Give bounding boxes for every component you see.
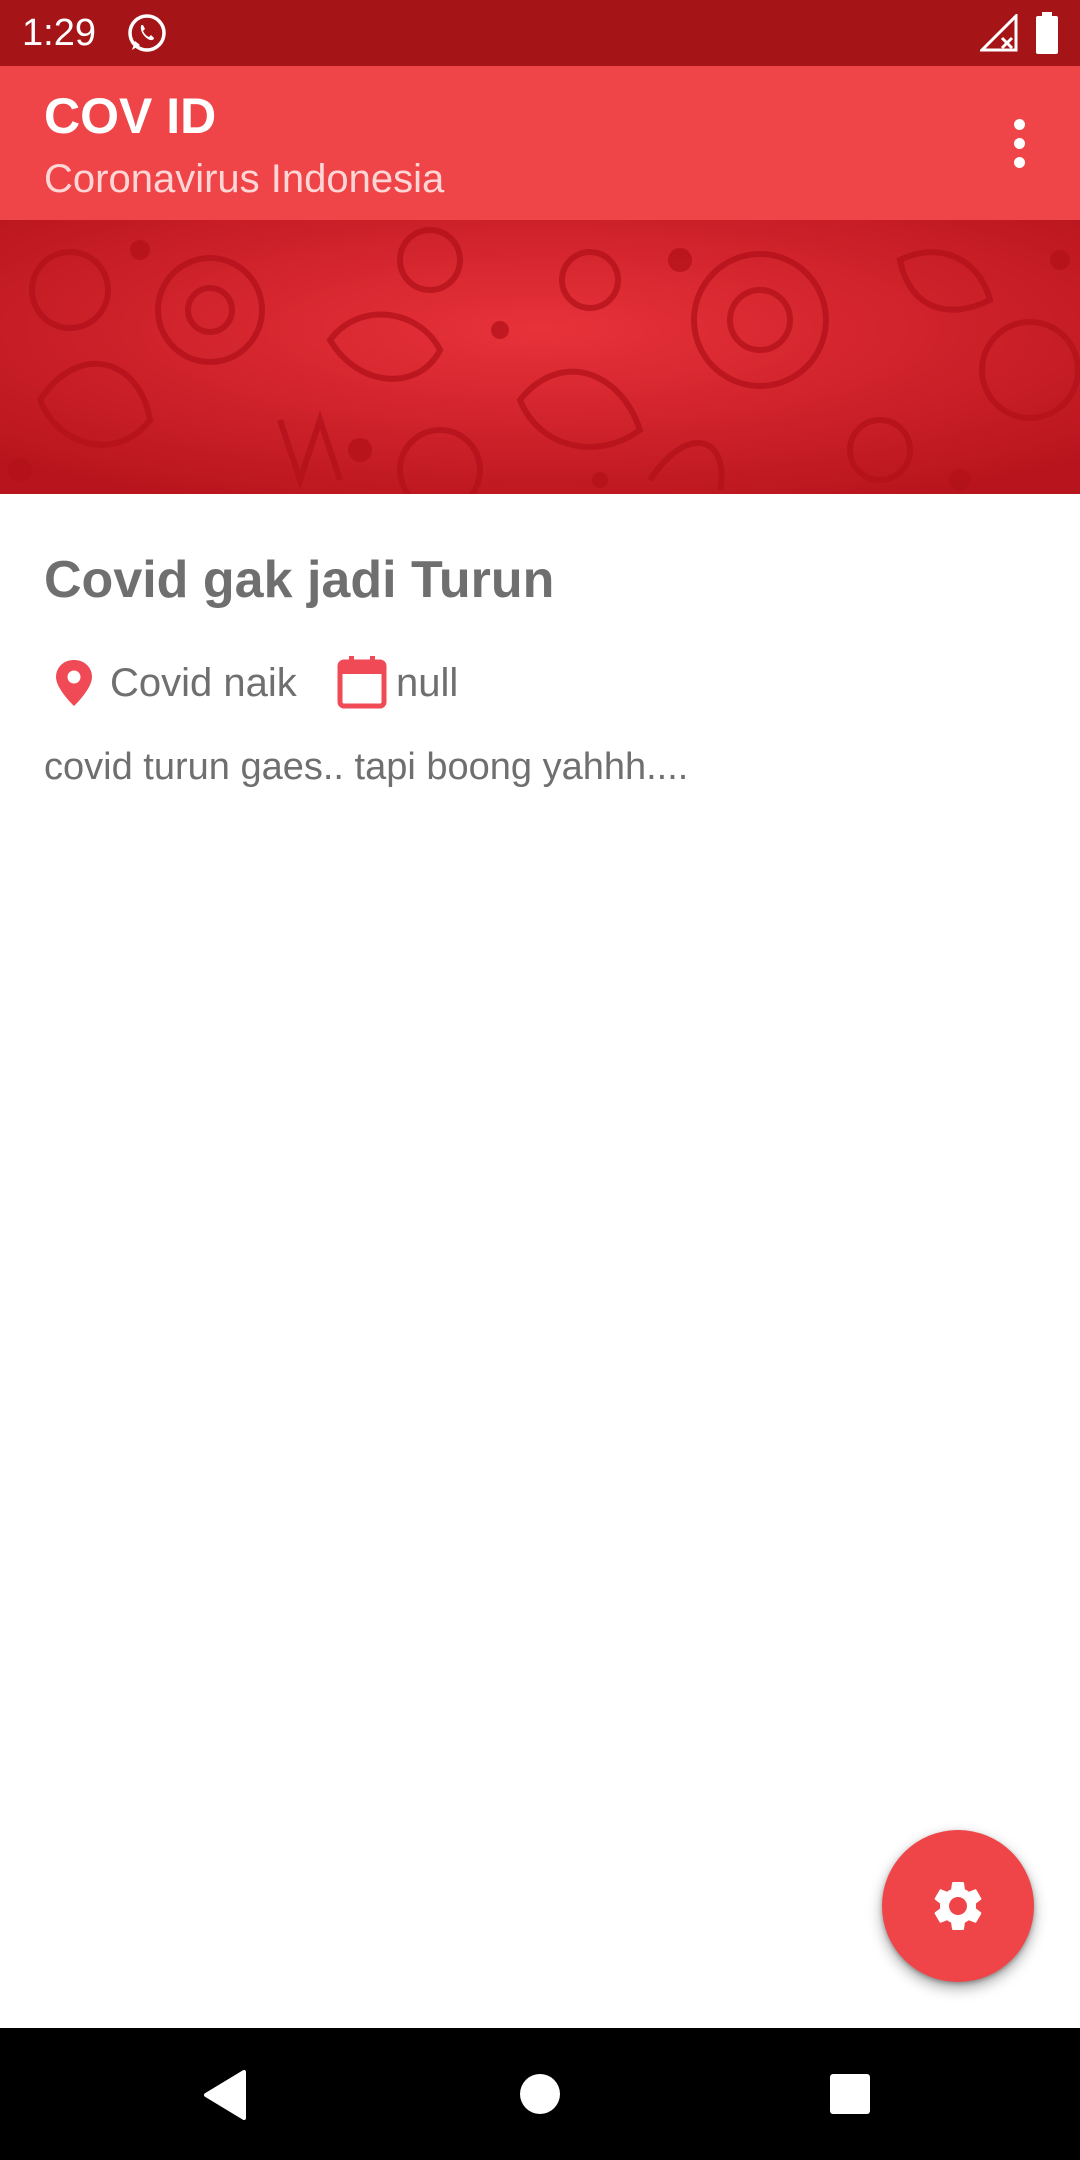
settings-fab-button[interactable] — [882, 1830, 1034, 1982]
whatsapp-icon — [128, 14, 166, 52]
location-label: Covid naik — [110, 661, 297, 705]
menu-dot — [1013, 118, 1025, 130]
signal-icon — [980, 14, 1018, 52]
battery-icon — [1036, 12, 1058, 54]
gear-icon — [934, 1881, 982, 1930]
back-icon[interactable] — [200, 2068, 250, 2122]
post-title: Covid gak jadi Turun — [44, 551, 555, 609]
post-body: covid turun gaes.. tapi boong yahhh.... — [44, 746, 689, 788]
header-banner-image — [0, 220, 1080, 494]
calendar-icon — [337, 656, 387, 709]
app-subtitle: Coronavirus Indonesia — [44, 157, 445, 201]
recents-icon[interactable] — [828, 2072, 872, 2116]
post-meta: Covid naik null — [44, 652, 944, 712]
menu-dot — [1013, 137, 1025, 149]
date-label: null — [396, 661, 459, 705]
status-time: 1:29 — [22, 12, 96, 54]
home-icon[interactable] — [518, 2072, 562, 2116]
location-pin-icon — [56, 660, 92, 706]
system-nav-bar — [0, 2028, 1080, 2160]
more-vert-icon[interactable] — [992, 116, 1046, 170]
app-title: COV ID — [44, 88, 217, 144]
banner-pattern — [0, 220, 1080, 494]
status-bar: 1:29 — [0, 0, 1080, 66]
app-bar: COV ID Coronavirus Indonesia — [0, 66, 1080, 220]
screen: 1:29 COV ID Coronavirus Indonesia Covid … — [0, 0, 1080, 2160]
menu-dot — [1013, 156, 1025, 168]
